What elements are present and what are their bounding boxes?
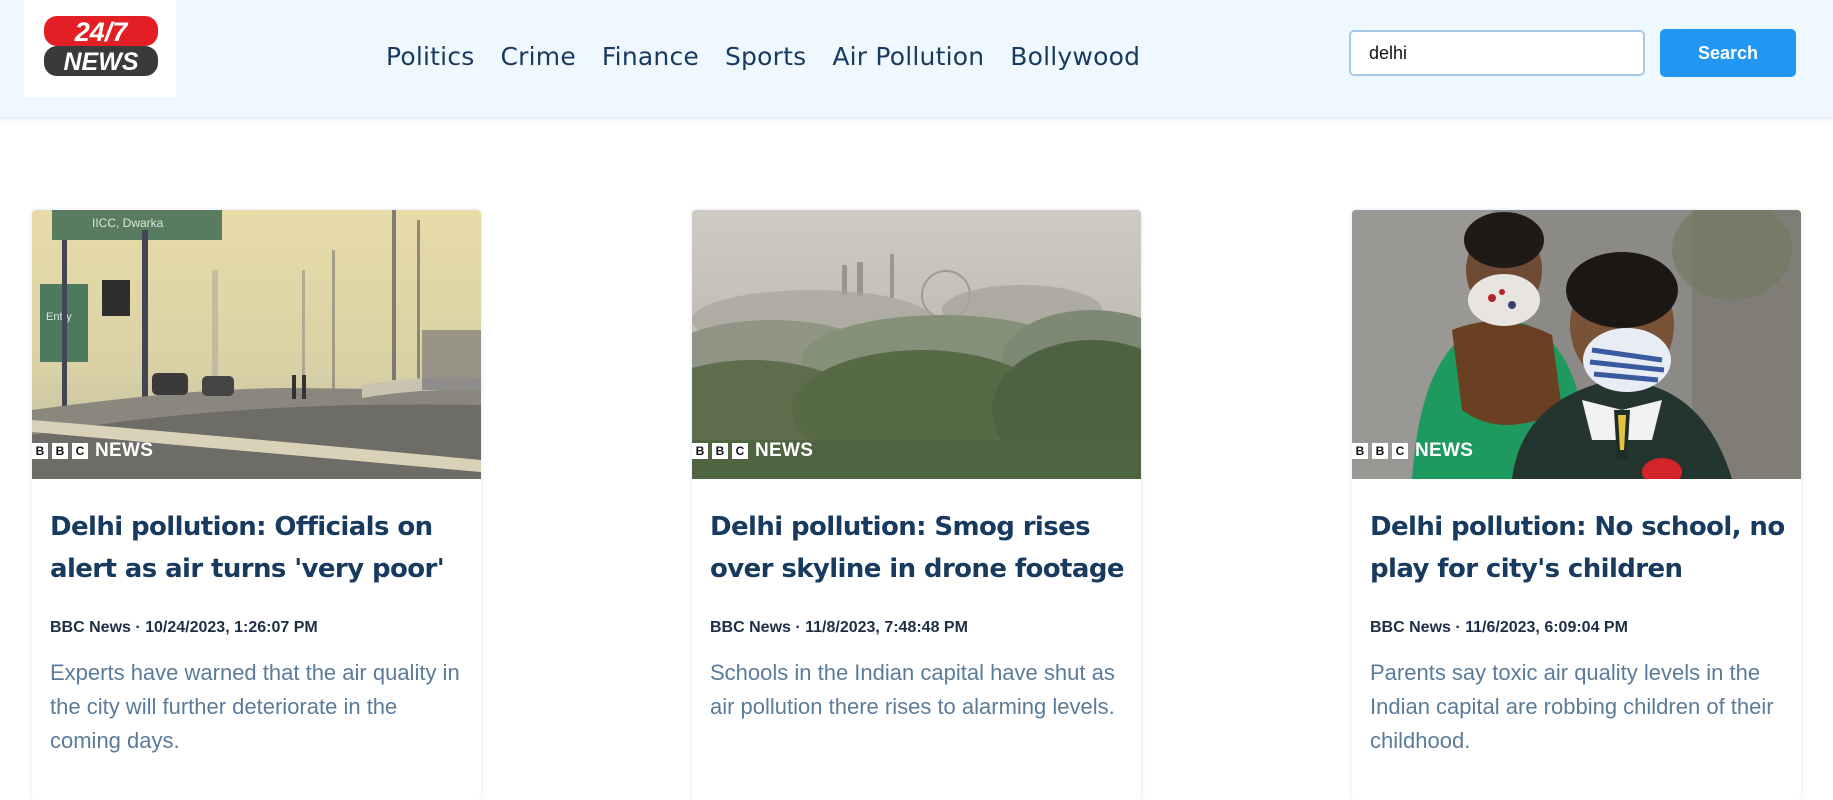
article-card[interactable]: IICC, Dwarka Entry B B C NEWS Delhi poll…	[32, 210, 481, 800]
search-button[interactable]: Search	[1660, 29, 1796, 77]
logo-line1: 24/7	[74, 17, 130, 47]
smog-skyline-image	[692, 210, 1141, 479]
article-meta: BBC News · 11/6/2023, 6:09:04 PM	[1370, 619, 1628, 636]
svg-text:IICC, Dwarka: IICC, Dwarka	[92, 216, 164, 230]
search-input[interactable]	[1349, 30, 1645, 76]
article-image[interactable]: IICC, Dwarka Entry B B C NEWS	[32, 210, 481, 479]
site-header: 24/7 NEWS Politics Crime Finance Sports …	[0, 0, 1833, 117]
article-image[interactable]: B B C NEWS	[692, 210, 1141, 479]
article-meta: BBC News · 11/8/2023, 7:48:48 PM	[710, 619, 968, 636]
article-description: Parents say toxic air quality levels in …	[1370, 660, 1774, 753]
nav-sports[interactable]: Sports	[725, 42, 806, 71]
road-smog-image: IICC, Dwarka Entry	[32, 210, 481, 479]
article-description: Schools in the Indian capital have shut …	[710, 660, 1115, 719]
svg-text:Entry: Entry	[46, 311, 72, 323]
article-description: Experts have warned that the air quality…	[50, 660, 460, 753]
logo[interactable]: 24/7 NEWS	[24, 0, 176, 97]
article-title[interactable]: Delhi pollution: Officials on alert as a…	[50, 506, 470, 590]
nav-crime[interactable]: Crime	[501, 42, 576, 71]
article-title[interactable]: Delhi pollution: Smog rises over skyline…	[710, 506, 1130, 590]
masked-children-image	[1352, 210, 1801, 479]
main-nav: Politics Crime Finance Sports Air Pollut…	[386, 36, 1140, 76]
nav-air-pollution[interactable]: Air Pollution	[832, 42, 984, 71]
article-card[interactable]: B B C NEWS Delhi pollution: Smog rises o…	[692, 210, 1141, 800]
nav-finance[interactable]: Finance	[602, 42, 699, 71]
bbc-news-watermark: B B C NEWS	[32, 440, 153, 461]
nav-bollywood[interactable]: Bollywood	[1010, 42, 1140, 71]
article-title[interactable]: Delhi pollution: No school, no play for …	[1370, 506, 1790, 590]
nav-politics[interactable]: Politics	[386, 42, 475, 71]
logo-graphic: 24/7 NEWS	[44, 16, 158, 76]
article-image[interactable]: B B C NEWS	[1352, 210, 1801, 479]
bbc-news-watermark: B B C NEWS	[1352, 440, 1473, 461]
logo-line2: NEWS	[64, 48, 139, 76]
article-card[interactable]: B B C NEWS Delhi pollution: No school, n…	[1352, 210, 1801, 800]
bbc-news-watermark: B B C NEWS	[692, 440, 813, 461]
article-meta: BBC News · 10/24/2023, 1:26:07 PM	[50, 619, 318, 636]
